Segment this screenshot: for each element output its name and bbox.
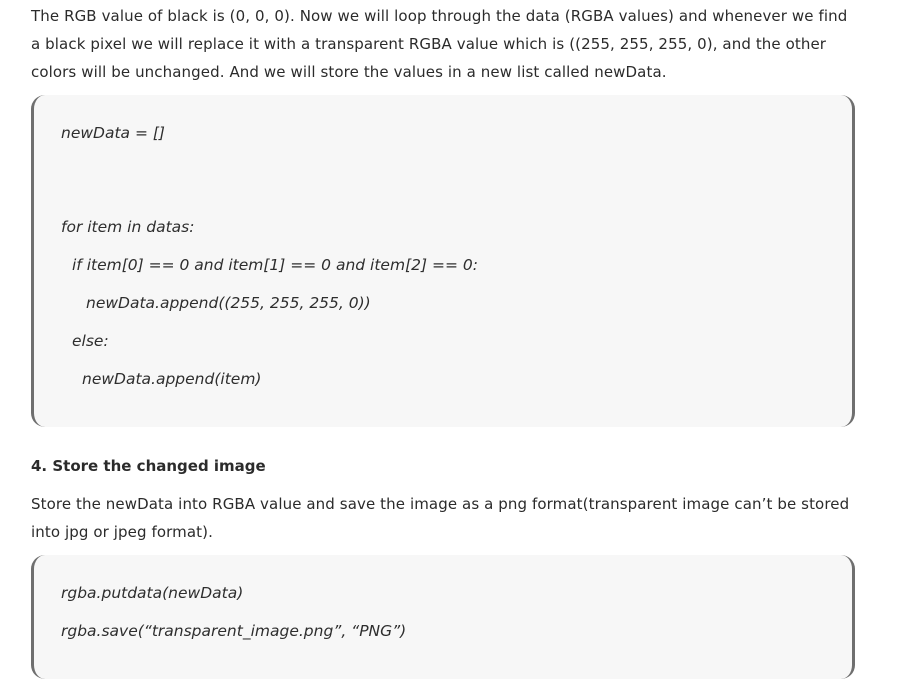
code-line-2: for item in datas: (61, 218, 195, 236)
section-heading: 4. Store the changed image (31, 457, 266, 475)
intro-paragraph: The RGB value of black is (0, 0, 0). Now… (31, 7, 848, 81)
code-line-1: newData = [] (61, 124, 165, 142)
code-block-save-image: rgba.putdata(newData) rgba.save(“transpa… (31, 555, 855, 679)
store-paragraph: Store the newData into RGBA value and sa… (31, 495, 850, 541)
code-line-putdata: rgba.putdata(newData) (61, 584, 244, 602)
code-block-pixel-loop: newData = [] for item in datas: if item[… (31, 95, 855, 427)
code-line-6: newData.append(item) (82, 370, 262, 388)
code-line-3: if item[0] == 0 and item[1] == 0 and ite… (72, 256, 478, 274)
code-line-4: newData.append((255, 255, 255, 0)) (86, 294, 371, 312)
code-line-save: rgba.save(“transparent_image.png”, “PNG”… (61, 622, 407, 640)
code-line-5: else: (72, 332, 109, 350)
